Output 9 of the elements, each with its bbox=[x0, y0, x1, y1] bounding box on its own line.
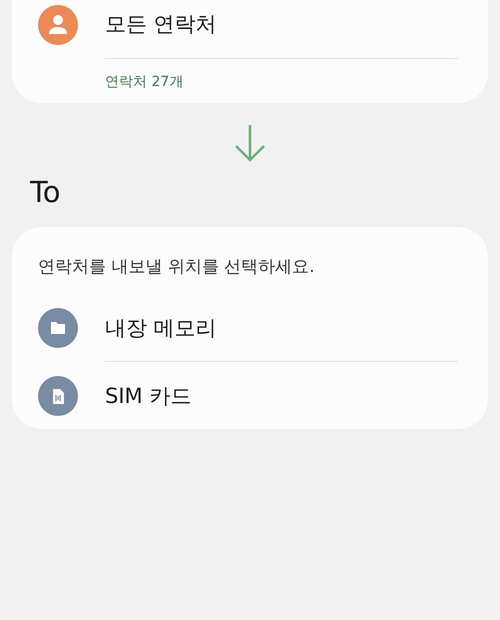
contact-count: 연락처 27개 bbox=[105, 73, 184, 91]
person-icon bbox=[38, 4, 78, 44]
section-heading: To bbox=[30, 175, 62, 209]
contacts-source-label[interactable]: 모든 연락처 bbox=[105, 10, 217, 38]
storage-option[interactable]: 내장 메모리 bbox=[105, 314, 217, 342]
sim-card-icon bbox=[38, 376, 78, 416]
instruction-text: 연락처를 내보낼 위치를 선택하세요. bbox=[38, 256, 316, 279]
storage-option[interactable]: SIM 카드 bbox=[105, 382, 192, 410]
folder-icon bbox=[38, 308, 78, 348]
